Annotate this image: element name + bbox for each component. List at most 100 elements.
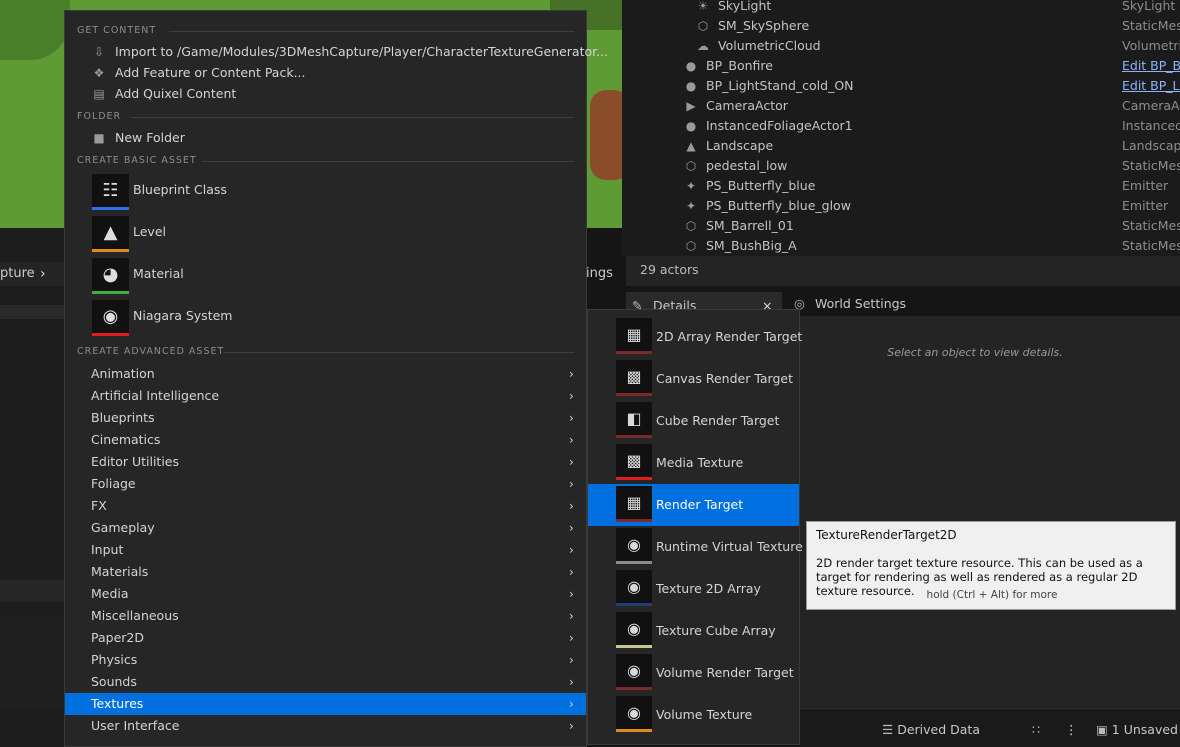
- menu-item-user-interface[interactable]: User Interface ›: [65, 715, 586, 737]
- menu-item-physics[interactable]: Physics ›: [65, 649, 586, 671]
- outliner-row[interactable]: ☁ VolumetricCloud: [696, 36, 1116, 56]
- tab-world-settings[interactable]: ◎ World Settings: [792, 292, 952, 316]
- chevron-right-icon: ›: [569, 543, 574, 557]
- outliner-row-type: Volumetric: [1122, 38, 1180, 53]
- outliner-row[interactable]: ● BP_Bonfire: [684, 56, 1104, 76]
- outliner-row[interactable]: ● InstancedFoliageActor1: [684, 116, 1104, 136]
- outliner-row-type: SkyLight: [1122, 0, 1176, 13]
- submenu-item-texture-cube-array[interactable]: ◉ Texture Cube Array: [588, 610, 799, 652]
- content-filter-bar: [0, 580, 64, 602]
- submenu-item-2d-array-render-target[interactable]: ▦ 2D Array Render Target: [588, 316, 802, 358]
- asset-thumbnail: ◉: [92, 300, 129, 336]
- asset-thumbnail: ☷: [92, 174, 129, 210]
- outliner-row[interactable]: ☀ SkyLight: [696, 0, 1116, 16]
- more-options-icon[interactable]: ⋮: [1065, 721, 1078, 739]
- menu-item-fx[interactable]: FX ›: [65, 495, 586, 517]
- asset-thumbnail: ◕: [92, 258, 129, 294]
- submenu-item-volume-texture[interactable]: ◉ Volume Texture: [588, 694, 799, 736]
- chevron-right-icon: ›: [569, 653, 574, 667]
- outliner-row[interactable]: ✦ PS_Butterfly_blue_glow: [684, 196, 1104, 216]
- outliner-row[interactable]: ✦ PS_Butterfly_blue: [684, 176, 1104, 196]
- new-folder-button[interactable]: ■ New Folder: [65, 127, 586, 149]
- cloud-icon: ☁: [697, 39, 709, 53]
- outliner-row-type[interactable]: Edit BP_Li: [1122, 76, 1180, 96]
- submenu-item-label: Texture 2D Array: [656, 581, 761, 596]
- menu-item-label: Sounds: [91, 674, 137, 689]
- chevron-right-icon: ›: [569, 367, 574, 381]
- outliner-row-type: StaticMesh: [1122, 218, 1180, 233]
- menu-item-label: Media: [91, 586, 129, 601]
- asset-thumbnail: ▲: [92, 216, 129, 252]
- menu-item-label: User Interface: [91, 718, 180, 733]
- submenu-item-texture-2d-array[interactable]: ◉ Texture 2D Array: [588, 568, 799, 610]
- create-blueprint-button[interactable]: ☷ Blueprint Class: [65, 172, 586, 212]
- add-feature-button[interactable]: ❖ Add Feature or Content Pack...: [65, 62, 586, 84]
- submenu-item-canvas-render-target[interactable]: ▩ Canvas Render Target: [588, 358, 799, 400]
- render-target-icon: ▦: [626, 325, 642, 344]
- settings-button[interactable]: ings: [586, 262, 626, 286]
- outliner-row-name: PS_Butterfly_blue_glow: [706, 198, 851, 213]
- source-control-icon[interactable]: ∷: [1032, 721, 1040, 739]
- menu-item-paper2d[interactable]: Paper2D ›: [65, 627, 586, 649]
- outliner-row[interactable]: ⬡ SM_Barrell_01: [684, 216, 1104, 236]
- create-level-button[interactable]: ▲ Level: [65, 214, 586, 254]
- asset-label: Blueprint Class: [133, 182, 227, 197]
- submenu-item-runtime-virtual-texture[interactable]: ◉ Runtime Virtual Texture: [588, 526, 803, 568]
- import-button[interactable]: ⇩ Import to /Game/Modules/3DMeshCapture/P…: [65, 41, 608, 63]
- add-quixel-button[interactable]: ▤ Add Quixel Content: [65, 83, 586, 105]
- tooltip-title: TextureRenderTarget2D: [816, 528, 957, 542]
- sun-icon: ☀: [697, 0, 709, 13]
- menu-item-miscellaneous[interactable]: Miscellaneous ›: [65, 605, 586, 627]
- outliner-row[interactable]: ⬡ pedestal_low: [684, 156, 1104, 176]
- menu-item-materials[interactable]: Materials ›: [65, 561, 586, 583]
- content-list: [0, 620, 64, 710]
- actor-icon: ●: [685, 59, 697, 73]
- asset-thumbnail: ◉: [616, 570, 652, 606]
- menu-item-sounds[interactable]: Sounds ›: [65, 671, 586, 693]
- submenu-item-media-texture[interactable]: ▩ Media Texture: [588, 442, 799, 484]
- create-material-button[interactable]: ◕ Material: [65, 256, 586, 296]
- outliner-row-name: BP_LightStand_cold_ON: [706, 78, 854, 93]
- submenu-item-render-target[interactable]: ▦ Render Target: [588, 484, 799, 526]
- derived-data-button[interactable]: ☰ Derived Data: [882, 721, 980, 739]
- menu-item-foliage[interactable]: Foliage ›: [65, 473, 586, 495]
- section-basic-asset-label: CREATE BASIC ASSET: [77, 155, 197, 166]
- submenu-item-label: Render Target: [656, 497, 744, 512]
- outliner-row-name: SkyLight: [718, 0, 772, 13]
- settings-label: ings: [586, 266, 613, 281]
- outliner-row[interactable]: ⬡ SM_BushBig_A: [684, 236, 1104, 256]
- cube-render-target-icon: ◧: [626, 409, 642, 428]
- outliner-row[interactable]: ▶ CameraActor: [684, 96, 1104, 116]
- submenu-item-volume-render-target[interactable]: ◉ Volume Render Target: [588, 652, 799, 694]
- menu-item-cinematics[interactable]: Cinematics ›: [65, 429, 586, 451]
- menu-item-input[interactable]: Input ›: [65, 539, 586, 561]
- viewport-terrain: [0, 0, 70, 60]
- niagara-icon: ◉: [102, 306, 119, 327]
- menu-item-artificial-intelligence[interactable]: Artificial Intelligence ›: [65, 385, 586, 407]
- texture-array-icon: ◉: [627, 577, 641, 596]
- submenu-item-cube-render-target[interactable]: ◧ Cube Render Target: [588, 400, 799, 442]
- menu-item-media[interactable]: Media ›: [65, 583, 586, 605]
- outliner-row-type: Emitter: [1122, 178, 1169, 193]
- menu-item-label: Artificial Intelligence: [91, 388, 220, 403]
- divider: [131, 117, 574, 118]
- menu-item-blueprints[interactable]: Blueprints ›: [65, 407, 586, 429]
- asset-thumbnail: ▦: [616, 486, 652, 522]
- chevron-right-icon: ›: [569, 631, 574, 645]
- outliner-row[interactable]: ▲ Landscape: [684, 136, 1104, 156]
- chevron-right-icon: ›: [569, 433, 574, 447]
- volume-render-target-icon: ◉: [627, 661, 641, 680]
- outliner-row-type: StaticMesh: [1122, 238, 1180, 253]
- menu-item-editor-utilities[interactable]: Editor Utilities ›: [65, 451, 586, 473]
- menu-item-animation[interactable]: Animation ›: [65, 363, 586, 385]
- unsaved-button[interactable]: ▣ 1 Unsaved: [1096, 721, 1178, 739]
- outliner-row-type[interactable]: Edit BP_Bo: [1122, 56, 1180, 76]
- create-niagara-button[interactable]: ◉ Niagara System: [65, 298, 586, 338]
- outliner-row[interactable]: ⬡ SM_SkySphere: [696, 16, 1116, 36]
- breadcrumb[interactable]: pture ›: [0, 262, 64, 286]
- section-advanced-asset-label: CREATE ADVANCED ASSET: [77, 346, 225, 357]
- submenu-item-label: Media Texture: [656, 455, 744, 470]
- menu-item-gameplay[interactable]: Gameplay ›: [65, 517, 586, 539]
- menu-item-textures[interactable]: Textures ›: [65, 693, 586, 715]
- outliner-row[interactable]: ● BP_LightStand_cold_ON: [684, 76, 1104, 96]
